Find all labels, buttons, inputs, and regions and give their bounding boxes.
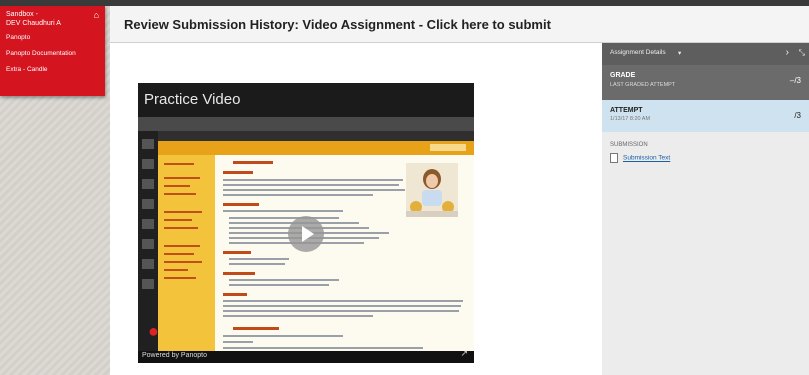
expand-panel-icon[interactable]: ⤡: [799, 48, 805, 58]
attempt-label: ATTEMPT: [610, 107, 643, 114]
video-browser-toolbar: [138, 131, 474, 141]
page-title[interactable]: Review Submission History: Video Assignm…: [124, 17, 551, 32]
menu-item-panopto-documentation[interactable]: Panopto Documentation: [6, 50, 76, 57]
grade-sublabel: LAST GRADED ATTEMPT: [610, 82, 676, 88]
video-instructor-photo: [406, 163, 458, 217]
grade-value: –/3: [789, 76, 801, 85]
chevron-down-icon: ▾: [678, 50, 682, 57]
apple-icon: ●: [148, 321, 159, 341]
video-player[interactable]: Practice Video ● Powered by Panopto ↗: [138, 83, 474, 363]
grade-section: GRADE LAST GRADED ATTEMPT –/3: [602, 65, 809, 100]
details-header-label: Assignment Details: [610, 49, 666, 56]
video-title: Practice Video: [144, 91, 241, 108]
title-bar: Review Submission History: Video Assignm…: [110, 6, 809, 43]
details-sidebar: Assignment Details ▾ › ⤡ GRADE LAST GRAD…: [602, 43, 809, 375]
video-browser-nav: [138, 117, 474, 131]
video-course-menu: [158, 155, 215, 355]
video-course-banner: [158, 141, 474, 155]
course-menu: Sandbox - DEV Chaudhuri A ⌂ Panopto Pano…: [0, 6, 105, 96]
powered-by-label: Powered by Panopto: [142, 352, 207, 359]
attempt-score: /3: [794, 111, 801, 120]
home-icon[interactable]: ⌂: [94, 10, 99, 20]
play-icon[interactable]: [288, 216, 324, 252]
course-title[interactable]: Sandbox - DEV Chaudhuri A: [6, 10, 76, 28]
attempt-date: 1/13/17 8:20 AM: [610, 116, 651, 122]
grade-label: GRADE: [610, 72, 636, 79]
attempt-row[interactable]: ATTEMPT 1/13/17 8:20 AM /3: [602, 100, 809, 132]
chevron-right-icon[interactable]: ›: [786, 47, 789, 58]
submission-heading: SUBMISSION: [610, 142, 648, 148]
document-icon: [610, 153, 618, 163]
menu-item-panopto[interactable]: Panopto: [6, 34, 30, 41]
menu-item-extra-candle[interactable]: Extra - Candle: [6, 66, 48, 73]
submission-text-link[interactable]: Submission Text: [610, 153, 670, 163]
submission-link-label: Submission Text: [623, 154, 671, 162]
details-header[interactable]: Assignment Details ▾ › ⤡: [602, 43, 809, 65]
expand-icon[interactable]: ↗: [460, 348, 468, 359]
